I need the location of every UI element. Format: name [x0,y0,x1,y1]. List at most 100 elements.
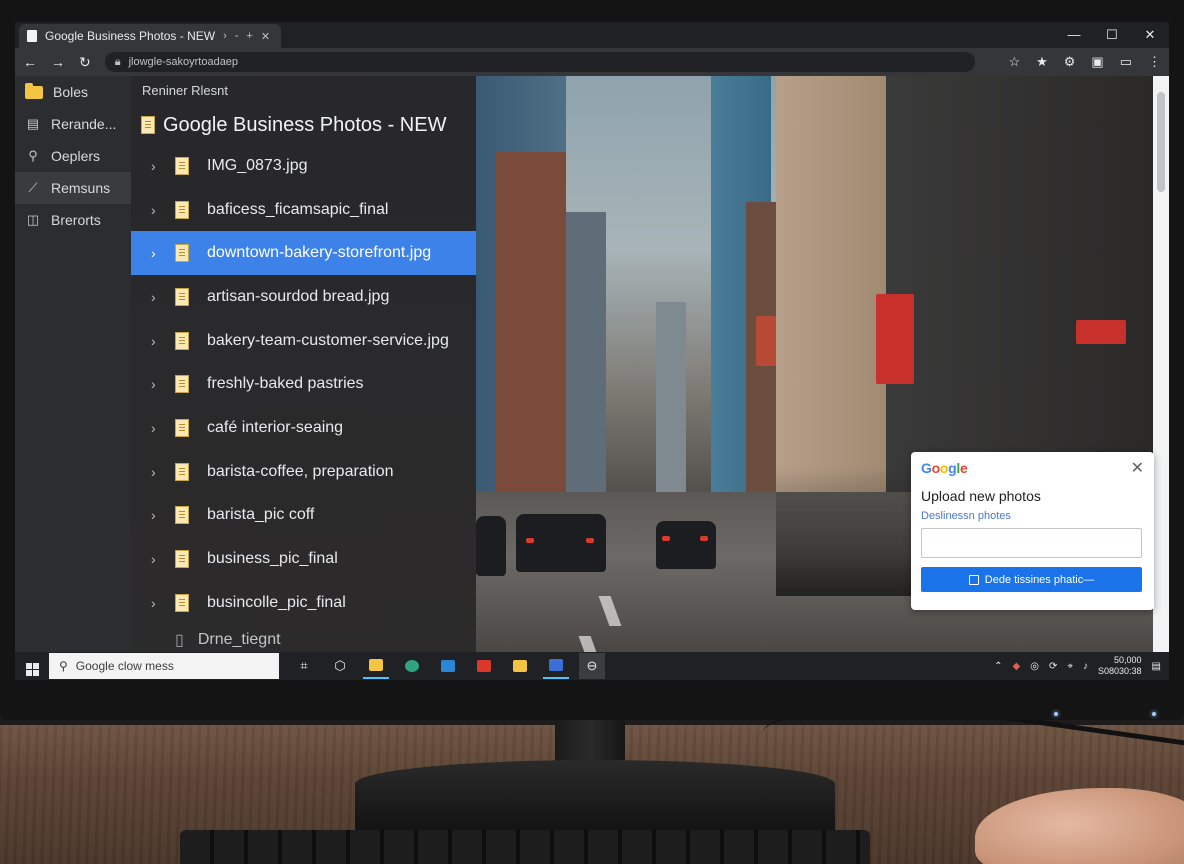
app-icon[interactable] [471,653,497,679]
file-row[interactable]: › freshly-baked pastries [131,362,476,406]
file-row[interactable]: › barista-coffee, preparation [131,450,476,494]
sidebar-item-oeplers[interactable]: ⚲ Oeplers [15,140,131,172]
file-name: business_pic_final [207,550,338,568]
chevron-right-icon[interactable]: › [151,420,161,436]
sidebar-item-label: Remsuns [51,180,111,196]
car-light [526,538,534,543]
sidebar-item-remsuns[interactable]: ⟋ Remsuns [15,172,131,204]
street-sign [756,316,776,366]
file-name: barista-coffee, preparation [207,462,394,480]
folder-icon [25,82,43,99]
file-row[interactable]: › busincolle_pic_final [131,581,476,625]
power-led [1054,712,1058,716]
chevron-right-icon[interactable]: › [151,595,161,611]
tab-pin-icon[interactable]: + [246,30,252,42]
chevron-right-icon[interactable]: › [151,507,161,523]
left-sidebar: Boles ▤ Rerande... ⚲ Oeplers ⟋ Remsuns ◫… [15,76,131,652]
bookmark-icon[interactable]: ☆ [1008,54,1020,70]
chevron-up-icon[interactable]: ⌃ [994,661,1002,672]
close-icon[interactable]: ✕ [1131,458,1144,478]
status-led [1152,712,1156,716]
chevron-right-icon[interactable]: › [151,551,161,567]
edge-icon[interactable] [399,653,425,679]
file-name: downtown-bakery-storefront.jpg [207,244,432,262]
close-window-button[interactable]: ✕ [1131,22,1169,48]
monitor-bezel: Google Business Photos - NEW › - + ✕ — ☐… [0,0,1184,720]
file-explorer-icon[interactable] [363,653,389,679]
reload-icon[interactable]: ↻ [79,54,91,71]
file-name: freshly-baked pastries [207,375,364,393]
chevron-right-icon[interactable]: › [151,376,161,392]
forward-icon[interactable]: → [51,54,65,70]
back-icon[interactable]: ← [23,54,37,70]
browser-app-icon[interactable]: ⊖ [579,653,605,679]
task-view-icon[interactable]: ⌗ [291,653,317,679]
chevron-right-icon[interactable]: › [151,333,161,349]
address-bar[interactable]: 🔒︎ jlowgle-sakoyrtoadaep [104,52,975,72]
upload-button[interactable]: Dede tissines phatic— [921,567,1142,592]
car [656,521,716,569]
cast-icon[interactable]: ▭ [1120,54,1132,70]
file-row[interactable]: › bakery-team-customer-service.jpg [131,319,476,363]
tab-title: Google Business Photos - NEW [45,29,216,43]
folder-icon[interactable] [507,653,533,679]
document-icon [175,244,189,263]
location-icon[interactable]: ⌖ [1067,661,1073,672]
sidebar-item-label: Boles [53,84,89,100]
maximize-button[interactable]: ☐ [1093,22,1131,48]
upload-button-label: Dede tissines phatic— [984,573,1095,586]
scrollbar-thumb[interactable] [1157,92,1165,192]
pin-icon: ⚲ [28,148,38,163]
file-name: artisan-sourdod bread.jpg [207,287,390,305]
minimize-button[interactable]: — [1055,22,1093,48]
chevron-right-icon[interactable]: › [151,202,161,218]
chevron-right-icon[interactable]: › [151,464,161,480]
sidebar-item-boles[interactable]: Boles [15,76,131,108]
extension-icon[interactable]: ⚙ [1064,54,1076,70]
store-icon[interactable] [543,653,569,679]
sidebar-item-brerorts[interactable]: ◫ Brerorts [15,204,131,236]
file-row[interactable]: › baficess_ficamsapic_final [131,188,476,232]
tab-chevron-icon[interactable]: › [223,30,227,42]
google-logo: Google [921,460,1144,476]
upload-icon [968,574,979,585]
logo-letter: e [959,460,968,476]
notification-icon[interactable]: ▤ [1152,661,1161,672]
system-tray: ⌃ ◆ ◎ ⟳ ⌖ ♪ 50,000 S08030:38 ▤ [994,655,1169,677]
file-row-partial[interactable]: ▯ Drne_tiegnt [131,625,476,652]
chevron-right-icon[interactable]: › [151,289,161,305]
sidebar-item-rerande[interactable]: ▤ Rerande... [15,108,131,140]
network-icon[interactable]: ◎ [1030,661,1039,672]
sidebar-item-label: Brerorts [51,212,101,228]
clock[interactable]: 50,000 S08030:38 [1098,655,1142,677]
widgets-icon[interactable]: ⬡ [327,653,353,679]
mail-icon[interactable] [435,653,461,679]
volume-icon[interactable]: ♪ [1083,661,1088,672]
photo-input-field[interactable] [921,528,1142,558]
clock-time: 50,000 [1114,655,1142,665]
street-sign [1076,320,1126,344]
file-row-selected[interactable]: › downtown-bakery-storefront.jpg [131,231,476,276]
sync-icon[interactable]: ⟳ [1049,661,1057,672]
chevron-right-icon[interactable]: › [151,245,161,261]
file-row[interactable]: › barista_pic coff [131,494,476,538]
menu-icon[interactable]: ⋮ [1148,54,1161,70]
toolbar-actions: ☆ ★ ⚙ ▣ ▭ ⋮ [1008,54,1161,70]
file-row[interactable]: › artisan-sourdod bread.jpg [131,275,476,319]
sidebar-icon[interactable]: ▣ [1091,54,1103,70]
file-row[interactable]: › café interior-seaing [131,406,476,450]
car [476,516,506,576]
tab-minimize-icon[interactable]: - [235,30,239,42]
file-name: IMG_0873.jpg [207,156,308,174]
tab-close-icon[interactable]: ✕ [261,30,270,43]
browser-tab[interactable]: Google Business Photos - NEW › - + ✕ [19,24,281,48]
star-icon[interactable]: ★ [1036,54,1048,70]
security-icon[interactable]: ◆ [1013,661,1021,672]
scrollbar[interactable] [1153,76,1169,652]
building [566,212,606,532]
file-row[interactable]: › business_pic_final [131,537,476,581]
taskbar-search[interactable]: ⚲ Google clow mess [49,653,279,679]
file-row[interactable]: › IMG_0873.jpg [131,144,476,188]
chevron-right-icon[interactable]: › [151,158,161,174]
start-button[interactable] [15,656,49,676]
